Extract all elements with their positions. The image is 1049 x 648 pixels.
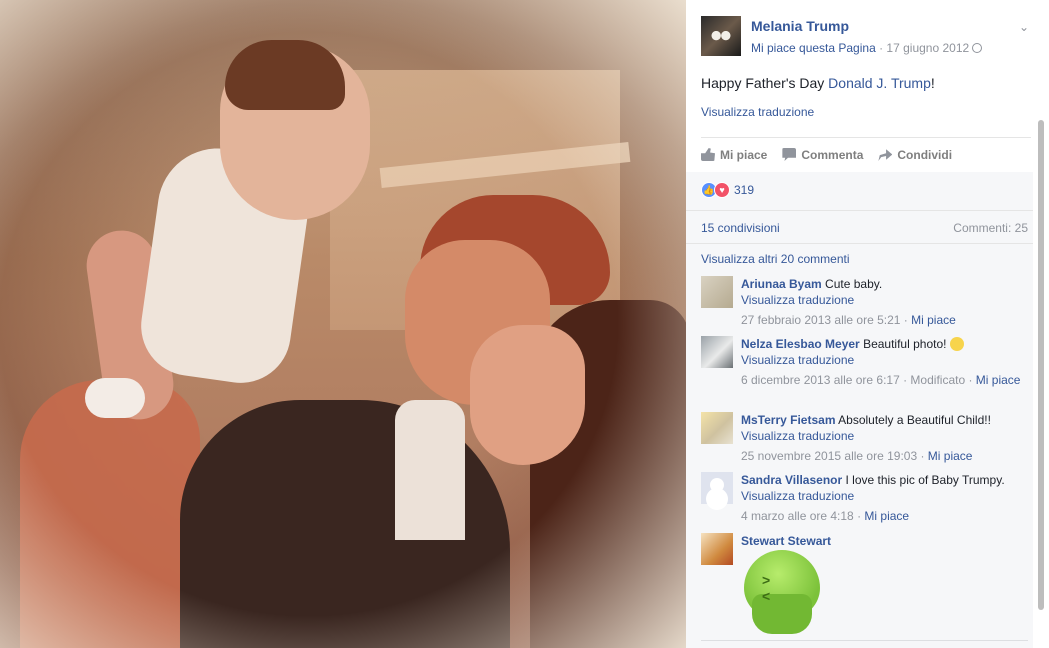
reactions-summary[interactable]: 👍 ♥ 319 xyxy=(701,182,754,198)
more-comments-link[interactable]: Visualizza altri 20 commenti xyxy=(701,252,850,266)
comment-input-edge[interactable] xyxy=(701,640,1028,648)
comment-body: Sandra Villasenor I love this pic of Bab… xyxy=(741,472,1026,524)
comment-label: Commenta xyxy=(801,147,864,162)
comment-like-link[interactable]: Mi piace xyxy=(976,373,1021,387)
comment-text: Absolutely a Beautiful Child!! xyxy=(835,413,991,427)
comment-meta: 4 marzo alle ore 4:18 · Mi piace xyxy=(741,508,1026,524)
post-text-after: ! xyxy=(930,75,935,91)
mention-link[interactable]: Donald J. Trump xyxy=(828,75,931,91)
sick-sticker: >< xyxy=(744,550,820,636)
comment-timestamp: 25 novembre 2015 alle ore 19:03 · xyxy=(741,449,928,463)
meta-separator: · xyxy=(875,41,887,55)
commenter-avatar[interactable] xyxy=(701,412,733,444)
post-header: Melania Trump Mi piace questa Pagina · 1… xyxy=(701,16,1031,58)
comment-meta: 25 novembre 2015 alle ore 19:03 · Mi pia… xyxy=(741,448,1026,464)
comment-body: Ariunaa Byam Cute baby. Visualizza tradu… xyxy=(741,276,1026,328)
comment-body: MsTerry Fietsam Absolutely a Beautiful C… xyxy=(741,412,1026,464)
commenter-avatar[interactable] xyxy=(701,276,733,308)
comment-translate-link[interactable]: Visualizza traduzione xyxy=(741,428,1026,444)
sticker-eyes: >< xyxy=(762,572,785,604)
like-label: Mi piace xyxy=(720,147,768,162)
post-actions: Mi piace Commenta Condividi xyxy=(701,137,1031,171)
post-meta: Mi piace questa Pagina · 17 giugno 2012 xyxy=(751,41,983,55)
comment-like-link[interactable]: Mi piace xyxy=(864,509,909,523)
comment-author[interactable]: MsTerry Fietsam xyxy=(741,413,835,427)
shares-link[interactable]: 15 condivisioni xyxy=(701,221,780,235)
comment-translate-link[interactable]: Visualizza traduzione xyxy=(741,292,1026,308)
comment-like-link[interactable]: Mi piace xyxy=(911,313,956,327)
chevron-down-icon[interactable]: ⌄ xyxy=(1017,20,1031,34)
comment-body: Nelza Elesbao Meyer Beautiful photo! Vis… xyxy=(741,336,1026,388)
like-icon xyxy=(701,148,715,161)
comment-text: Beautiful photo! xyxy=(859,337,950,351)
feedback-section: 👍 ♥ 319 15 condivisioni Commenti: 25 Vis… xyxy=(686,172,1033,648)
comment-author[interactable]: Nelza Elesbao Meyer xyxy=(741,337,860,351)
comment-text: Cute baby. xyxy=(821,277,883,291)
comment-meta: 27 febbraio 2013 alle ore 5:21 · Mi piac… xyxy=(741,312,1026,328)
reaction-count[interactable]: 319 xyxy=(734,183,754,197)
commenter-avatar[interactable] xyxy=(701,472,733,504)
page-avatar[interactable] xyxy=(701,16,741,56)
share-button[interactable]: Condividi xyxy=(878,148,952,162)
comments-count: Commenti: 25 xyxy=(953,221,1028,235)
commenter-avatar[interactable] xyxy=(701,336,733,368)
post-text-before: Happy Father's Day xyxy=(701,75,829,91)
commenter-avatar[interactable] xyxy=(701,533,733,565)
post-photo[interactable] xyxy=(0,0,686,648)
comment-translate-link[interactable]: Visualizza traduzione xyxy=(741,488,1026,504)
comment-translate-link[interactable]: Visualizza traduzione xyxy=(741,352,1026,368)
comment-author[interactable]: Ariunaa Byam xyxy=(741,277,822,291)
globe-icon xyxy=(972,43,983,53)
post-side-panel: Melania Trump Mi piace questa Pagina · 1… xyxy=(686,0,1049,648)
photo-viewer: Melania Trump Mi piace questa Pagina · 1… xyxy=(0,0,1049,648)
share-row: 15 condivisioni Commenti: 25 xyxy=(686,210,1033,244)
post-date[interactable]: 17 giugno 2012 xyxy=(886,41,969,55)
comment-like-link[interactable]: Mi piace xyxy=(928,449,973,463)
comment-meta: 6 dicembre 2013 alle ore 6:17 · Modifica… xyxy=(741,372,1026,388)
love-reaction-icon: ♥ xyxy=(714,182,730,198)
comment-timestamp: 27 febbraio 2013 alle ore 5:21 · xyxy=(741,313,912,327)
comment-item: Sandra Villasenor I love this pic of Bab… xyxy=(701,472,1026,524)
post-translate-link[interactable]: Visualizza traduzione xyxy=(701,105,814,119)
comment-button[interactable]: Commenta xyxy=(782,148,863,162)
comment-timestamp: 4 marzo alle ore 4:18 · xyxy=(741,509,865,523)
share-icon xyxy=(878,149,893,161)
comment-item: Nelza Elesbao Meyer Beautiful photo! Vis… xyxy=(701,336,1026,404)
post-text: Happy Father's Day Donald J. Trump! xyxy=(701,75,935,91)
comment-body: Stewart Stewart xyxy=(741,533,1026,549)
page-name-link[interactable]: Melania Trump xyxy=(751,18,849,34)
comment-author[interactable]: Stewart Stewart xyxy=(741,534,831,548)
like-page-link[interactable]: Mi piace questa Pagina xyxy=(751,41,876,55)
comment-author[interactable]: Sandra Villasenor xyxy=(741,473,842,487)
smiley-emoji xyxy=(949,337,964,351)
comment-timestamp: 6 dicembre 2013 alle ore 6:17 · Modifica… xyxy=(741,373,976,387)
comment-item: Ariunaa Byam Cute baby. Visualizza tradu… xyxy=(701,276,1026,328)
comment-item: Stewart Stewart >< xyxy=(701,533,1026,639)
comment-text: I love this pic of Baby Trumpy. xyxy=(842,473,1005,487)
comment-item: MsTerry Fietsam Absolutely a Beautiful C… xyxy=(701,412,1026,464)
photo-vignette xyxy=(0,0,686,648)
share-label: Condividi xyxy=(897,147,953,162)
comment-icon xyxy=(782,148,797,161)
like-button[interactable]: Mi piace xyxy=(701,148,767,162)
panel-scrollbar[interactable] xyxy=(1038,120,1044,610)
